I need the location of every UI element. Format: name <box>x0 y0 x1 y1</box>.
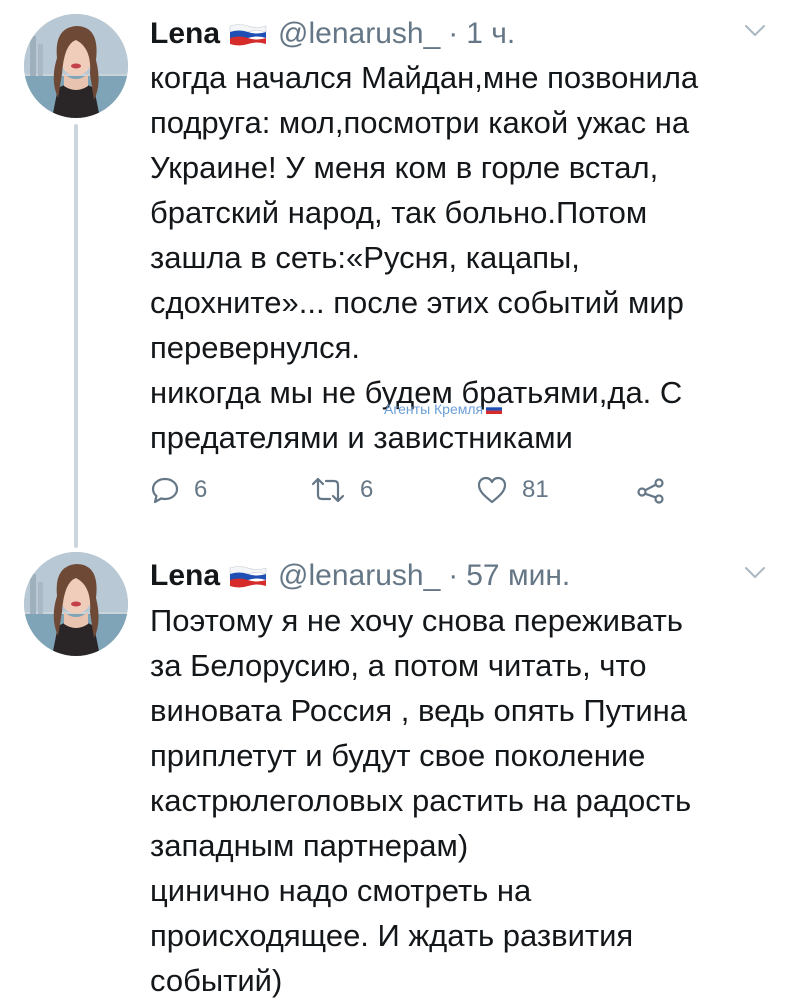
watermark: Агенты Кремля <box>384 400 503 418</box>
watermark-text: Агенты Кремля <box>384 401 484 417</box>
chevron-down-icon[interactable] <box>744 24 766 38</box>
tweet-text-line: цинично надо смотреть на <box>150 873 532 908</box>
tweet-text-line: Поэтому я не хочу снова переживать <box>150 603 683 638</box>
tweet[interactable]: Lena @lenarush_ · 57 мин. Поэтому я не х… <box>0 548 800 1002</box>
tweet-text-line: Украине! У меня ком в горле встал, <box>150 150 659 185</box>
tweet-text-line: предателями и завистниками <box>150 420 573 455</box>
avatar[interactable] <box>24 552 128 656</box>
tweet-actions: 6 6 81 <box>150 470 710 510</box>
like-button[interactable]: 81 <box>476 470 549 510</box>
reply-button[interactable]: 6 <box>150 470 207 510</box>
avatar[interactable] <box>24 14 128 118</box>
tweet-header: Lena @lenarush_ · 1 ч. <box>150 14 515 54</box>
thread-connector-line <box>74 124 78 548</box>
tweet-text: Поэтому я не хочу снова переживать за Бе… <box>150 598 780 1003</box>
reply-icon <box>150 475 180 505</box>
separator: · <box>448 17 459 50</box>
tweet-text-line: происходящее. И ждать развития <box>150 918 634 953</box>
tweet-text-line: за Белорусию, а потом читать, что <box>150 648 647 683</box>
russia-flag-icon <box>228 565 268 589</box>
tweet[interactable]: Lena @lenarush_ · 1 ч. когда начался Май… <box>0 0 800 548</box>
reply-count: 6 <box>194 476 208 503</box>
retweet-button[interactable]: 6 <box>310 470 373 510</box>
tweet-text-line: кастрюлеголовых растить на радость <box>150 783 692 818</box>
russia-flag-icon <box>486 404 503 414</box>
author-name[interactable]: Lena <box>150 14 220 54</box>
tweet-text-line: зашла в сеть:«Русня, кацапы, <box>150 240 580 275</box>
tweet-text-line: перевернулся. <box>150 330 361 365</box>
tweet-timestamp[interactable]: 1 ч. <box>466 14 515 54</box>
tweet-text-line: западным партнерам) <box>150 828 469 863</box>
author-name[interactable]: Lena <box>150 556 220 596</box>
chevron-down-icon[interactable] <box>744 566 766 580</box>
tweet-header: Lena @lenarush_ · 57 мин. <box>150 556 570 596</box>
tweet-text-line: братский народ, так больно.Потом <box>150 195 648 230</box>
retweet-count: 6 <box>360 476 374 503</box>
russia-flag-icon <box>228 23 268 47</box>
like-count: 81 <box>522 476 549 503</box>
heart-icon <box>476 475 508 505</box>
tweet-text-line: когда начался Майдан,мне позвонила <box>150 60 699 95</box>
retweet-icon <box>310 475 346 505</box>
author-handle[interactable]: @lenarush_ <box>278 14 440 54</box>
tweet-text-line: виновата Россия , ведь опять Путина <box>150 693 687 728</box>
separator: · <box>448 559 459 592</box>
tweet-text-line: сдохните»... после этих событий мир <box>150 285 684 320</box>
tweet-text-line: событий) <box>150 963 283 998</box>
tweet-text-line: подруга: мол,посмотри какой ужас на <box>150 105 690 140</box>
author-handle[interactable]: @lenarush_ <box>278 556 440 596</box>
share-icon <box>636 475 666 505</box>
tweet-text-line: приплетут и будут свое поколение <box>150 738 646 773</box>
tweet-timestamp[interactable]: 57 мин. <box>466 556 570 596</box>
share-button[interactable] <box>636 470 666 510</box>
